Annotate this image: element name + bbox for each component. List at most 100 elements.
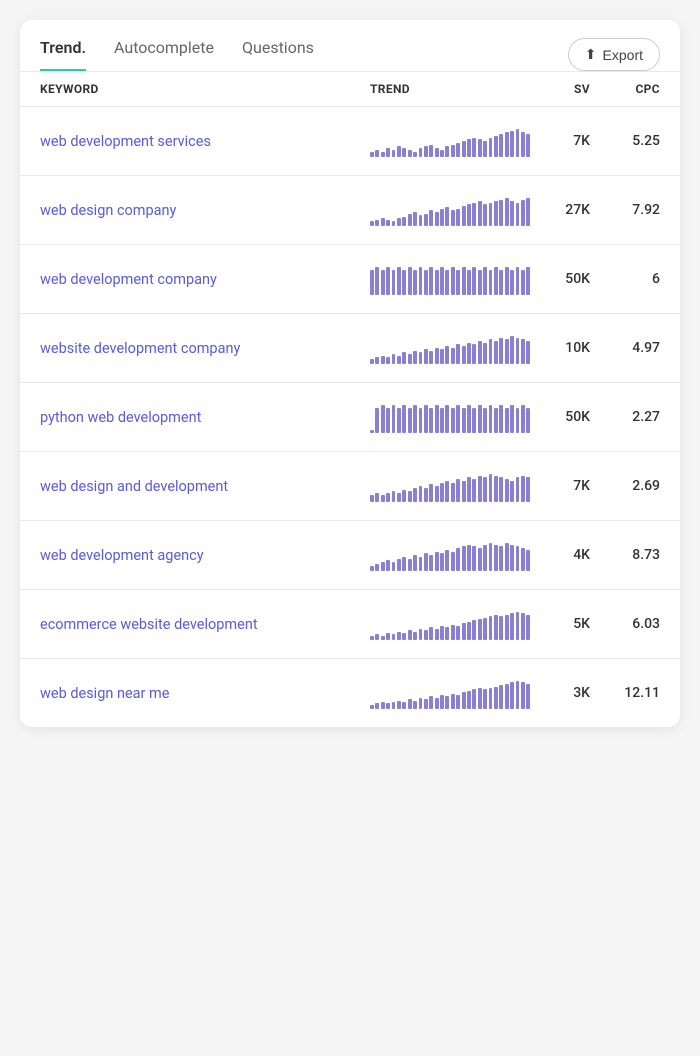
trend-bar <box>408 354 412 364</box>
trend-bar <box>505 408 509 433</box>
trend-bar <box>510 682 514 709</box>
trend-bar <box>451 483 455 502</box>
trend-bar <box>370 152 374 157</box>
trend-bar <box>381 356 385 364</box>
trend-bar <box>435 270 439 295</box>
trend-bar <box>451 408 455 433</box>
trend-bar <box>397 632 401 640</box>
trend-bar <box>381 495 385 502</box>
trend-bar <box>478 139 482 157</box>
trend-bar <box>419 557 423 571</box>
trend-bar <box>370 636 374 640</box>
trend-bar <box>392 405 396 433</box>
trend-bar <box>375 493 379 502</box>
trend-chart <box>370 470 530 502</box>
col-cpc: CPC <box>590 82 660 96</box>
tab-trend[interactable]: Trend. <box>40 38 86 71</box>
trend-bar <box>370 566 374 571</box>
tab-autocomplete[interactable]: Autocomplete <box>114 38 214 71</box>
trend-bar <box>472 408 476 433</box>
trend-bar <box>478 688 482 709</box>
export-button[interactable]: ⬆ Export <box>568 38 660 71</box>
trend-bar <box>370 430 374 433</box>
trend-bar <box>483 343 487 364</box>
trend-bar <box>472 546 476 571</box>
trend-bar <box>429 267 433 295</box>
trend-bar <box>483 267 487 295</box>
sv-value: 4K <box>530 547 590 563</box>
trend-bar <box>375 408 379 433</box>
trend-bar <box>462 408 466 433</box>
trend-bar <box>402 217 406 226</box>
trend-bar <box>467 691 471 709</box>
trend-bar <box>445 481 449 502</box>
keyword-link[interactable]: web design and development <box>40 478 370 495</box>
trend-bar <box>451 625 455 640</box>
trend-bar <box>494 136 498 157</box>
trend-bar <box>402 557 406 571</box>
trend-bar <box>467 622 471 640</box>
keyword-link[interactable]: web development company <box>40 271 370 288</box>
trend-bar <box>402 702 406 709</box>
trend-bar <box>408 491 412 502</box>
trend-bar <box>381 562 385 571</box>
cpc-value: 7.92 <box>590 202 660 218</box>
keyword-link[interactable]: web development services <box>40 133 370 150</box>
table-row: web development agency4K8.73 <box>20 520 680 589</box>
tabs-bar: Trend. Autocomplete Questions ⬆ Export <box>20 20 680 71</box>
trend-bar <box>521 476 525 502</box>
col-keyword: KEYWORD <box>40 82 370 96</box>
trend-bar <box>472 138 476 157</box>
keyword-link[interactable]: ecommerce website development <box>40 616 370 633</box>
col-trend: TREND <box>370 82 530 96</box>
trend-bar <box>408 559 412 571</box>
trend-bar <box>521 405 525 433</box>
keyword-link[interactable]: web development agency <box>40 547 370 564</box>
tab-questions[interactable]: Questions <box>242 38 314 71</box>
trend-bar <box>478 548 482 571</box>
trend-bar <box>451 145 455 157</box>
trend-bar <box>429 555 433 571</box>
trend-bar <box>510 545 514 571</box>
keyword-link[interactable]: website development company <box>40 340 370 357</box>
keyword-link[interactable]: web design company <box>40 202 370 219</box>
trend-bar <box>397 356 401 364</box>
trend-bar <box>435 212 439 226</box>
export-icon: ⬆ <box>585 46 597 63</box>
trend-bar <box>386 267 390 295</box>
table-row: python web development50K2.27 <box>20 382 680 451</box>
trend-bar <box>381 270 385 295</box>
trend-bar <box>494 476 498 502</box>
trend-bar <box>435 552 439 571</box>
trend-bar <box>397 408 401 433</box>
trend-bar <box>424 214 428 226</box>
trend-bar <box>521 339 525 364</box>
trend-bar <box>516 408 520 433</box>
trend-bar <box>440 553 444 571</box>
trend-bar <box>489 543 493 571</box>
trend-bar <box>386 703 390 709</box>
keyword-link[interactable]: python web development <box>40 409 370 426</box>
trend-chart <box>370 194 530 226</box>
trend-bar <box>381 152 385 157</box>
trend-bar <box>424 488 428 502</box>
trend-bar <box>462 346 466 364</box>
trend-bar <box>386 357 390 364</box>
trend-bar <box>413 555 417 571</box>
trend-bar <box>402 633 406 640</box>
trend-bar <box>521 200 525 226</box>
trend-bar <box>424 405 428 433</box>
trend-bar <box>392 702 396 709</box>
trend-bar <box>402 490 406 502</box>
trend-bar <box>370 705 374 709</box>
keyword-link[interactable]: web design near me <box>40 685 370 702</box>
trend-bar <box>467 545 471 571</box>
trend-bar <box>456 209 460 226</box>
trend-bar <box>494 201 498 226</box>
trend-bar <box>462 623 466 640</box>
trend-bar <box>370 495 374 502</box>
trend-bar <box>467 477 471 502</box>
trend-bar <box>413 405 417 433</box>
sv-value: 50K <box>530 271 590 287</box>
trend-bar <box>408 150 412 157</box>
